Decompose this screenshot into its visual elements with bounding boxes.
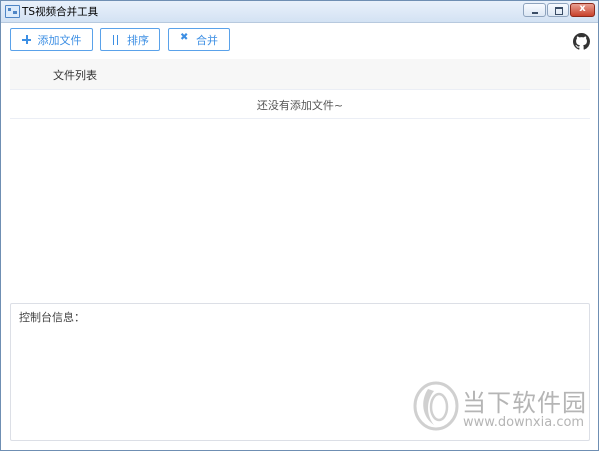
file-list-empty-row: 还没有添加文件~ [10,90,590,119]
watermark-url: www.downxia.com [463,415,585,430]
add-file-label: 添加文件 [37,33,82,47]
minimize-button[interactable] [523,3,546,17]
file-list-header: 文件列表 [10,59,590,90]
console-label: 控制台信息： [19,311,85,324]
plus-icon [21,34,32,46]
sort-button[interactable]: 排序 [100,28,160,51]
merge-label: 合并 [196,33,218,47]
close-button[interactable]: x [570,3,595,17]
watermark-text: 当下软件园 [462,389,587,417]
file-list-header-label: 文件列表 [53,69,97,82]
github-icon[interactable] [573,33,590,50]
add-file-button[interactable]: 添加文件 [10,28,93,51]
watermark-logo-icon [413,381,459,431]
app-icon [5,5,20,18]
maximize-button[interactable] [547,3,569,17]
merge-icon [180,32,190,46]
empty-list-text: 还没有添加文件~ [256,99,344,112]
close-icon: x [579,3,586,14]
app-window: TS视频合并工具 x 添加文件 排序 合并 文件列表 还没有添加文件~ 控制台信… [0,0,599,451]
sort-icon [111,34,121,46]
title-bar[interactable]: TS视频合并工具 x [1,1,598,23]
sort-label: 排序 [127,33,149,47]
merge-button[interactable]: 合并 [168,28,230,51]
window-title: TS视频合并工具 [22,6,99,18]
